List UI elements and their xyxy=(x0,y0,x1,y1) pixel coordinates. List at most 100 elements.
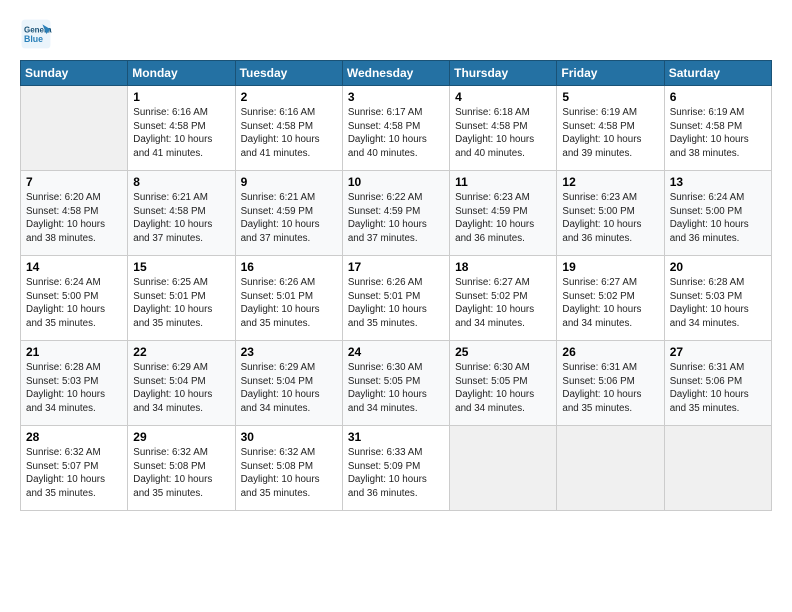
day-info: Sunrise: 6:24 AM Sunset: 5:00 PM Dayligh… xyxy=(670,191,766,246)
svg-text:Blue: Blue xyxy=(24,34,43,44)
calendar-cell xyxy=(450,426,557,511)
day-info: Sunrise: 6:16 AM Sunset: 4:58 PM Dayligh… xyxy=(241,106,337,161)
weekday-header-saturday: Saturday xyxy=(664,61,771,86)
logo-icon: General Blue xyxy=(20,18,52,50)
logo: General Blue xyxy=(20,18,56,50)
day-info: Sunrise: 6:19 AM Sunset: 4:58 PM Dayligh… xyxy=(670,106,766,161)
calendar-cell: 14Sunrise: 6:24 AM Sunset: 5:00 PM Dayli… xyxy=(21,256,128,341)
calendar-cell: 6 Sunrise: 6:19 AM Sunset: 4:58 PM Daylig… xyxy=(664,86,771,171)
calendar-table: SundayMondayTuesdayWednesdayThursdayFrid… xyxy=(20,60,772,511)
calendar-cell: 8 Sunrise: 6:21 AM Sunset: 4:58 PM Daylig… xyxy=(128,171,235,256)
calendar-cell xyxy=(557,426,664,511)
calendar-cell: 23 Sunrise: 6:29 AM Sunset: 5:04 PM Dayli… xyxy=(235,341,342,426)
day-info: Sunrise: 6:30 AM Sunset: 5:05 PM Dayligh… xyxy=(455,361,551,416)
calendar-cell: 1 Sunrise: 6:16 AM Sunset: 4:58 PM Daylig… xyxy=(128,86,235,171)
calendar-cell: 22 Sunrise: 6:29 AM Sunset: 5:04 PM Dayli… xyxy=(128,341,235,426)
day-info: Sunrise: 6:23 AM Sunset: 4:59 PM Dayligh… xyxy=(455,191,551,246)
day-info: Sunrise: 6:17 AM Sunset: 4:58 PM Dayligh… xyxy=(348,106,444,161)
day-info: Sunrise: 6:28 AM Sunset: 5:03 PM Dayligh… xyxy=(26,361,122,416)
day-number: 6 xyxy=(670,90,766,104)
day-number: 7 xyxy=(26,175,122,189)
day-info: Sunrise: 6:29 AM Sunset: 5:04 PM Dayligh… xyxy=(133,361,229,416)
day-number: 13 xyxy=(670,175,766,189)
day-info: Sunrise: 6:29 AM Sunset: 5:04 PM Dayligh… xyxy=(241,361,337,416)
day-info: Sunrise: 6:23 AM Sunset: 5:00 PM Dayligh… xyxy=(562,191,658,246)
calendar-cell: 30 Sunrise: 6:32 AM Sunset: 5:08 PM Dayli… xyxy=(235,426,342,511)
day-number: 31 xyxy=(348,430,444,444)
day-number: 3 xyxy=(348,90,444,104)
day-info: Sunrise: 6:33 AM Sunset: 5:09 PM Dayligh… xyxy=(348,446,444,501)
day-info: Sunrise: 6:27 AM Sunset: 5:02 PM Dayligh… xyxy=(562,276,658,331)
weekday-header-thursday: Thursday xyxy=(450,61,557,86)
day-number: 12 xyxy=(562,175,658,189)
day-number: 26 xyxy=(562,345,658,359)
calendar-cell: 7 Sunrise: 6:20 AM Sunset: 4:58 PM Daylig… xyxy=(21,171,128,256)
calendar-cell: 18 Sunrise: 6:27 AM Sunset: 5:02 PM Dayli… xyxy=(450,256,557,341)
day-number: 29 xyxy=(133,430,229,444)
day-number: 8 xyxy=(133,175,229,189)
day-number: 4 xyxy=(455,90,551,104)
weekday-header-wednesday: Wednesday xyxy=(342,61,449,86)
calendar-week-4: 21 Sunrise: 6:28 AM Sunset: 5:03 PM Dayli… xyxy=(21,341,772,426)
day-info: Sunrise: 6:19 AM Sunset: 4:58 PM Dayligh… xyxy=(562,106,658,161)
weekday-header-tuesday: Tuesday xyxy=(235,61,342,86)
calendar-week-3: 14Sunrise: 6:24 AM Sunset: 5:00 PM Dayli… xyxy=(21,256,772,341)
day-info: Sunrise: 6:20 AM Sunset: 4:58 PM Dayligh… xyxy=(26,191,122,246)
day-info: Sunrise: 6:32 AM Sunset: 5:08 PM Dayligh… xyxy=(241,446,337,501)
weekday-header-monday: Monday xyxy=(128,61,235,86)
day-number: 11 xyxy=(455,175,551,189)
calendar-week-1: 1 Sunrise: 6:16 AM Sunset: 4:58 PM Daylig… xyxy=(21,86,772,171)
day-info: Sunrise: 6:22 AM Sunset: 4:59 PM Dayligh… xyxy=(348,191,444,246)
day-number: 9 xyxy=(241,175,337,189)
calendar-cell xyxy=(664,426,771,511)
day-number: 16 xyxy=(241,260,337,274)
day-number: 10 xyxy=(348,175,444,189)
calendar-cell: 24 Sunrise: 6:30 AM Sunset: 5:05 PM Dayli… xyxy=(342,341,449,426)
day-info: Sunrise: 6:16 AM Sunset: 4:58 PM Dayligh… xyxy=(133,106,229,161)
calendar-cell: 12 Sunrise: 6:23 AM Sunset: 5:00 PM Dayli… xyxy=(557,171,664,256)
calendar-week-2: 7 Sunrise: 6:20 AM Sunset: 4:58 PM Daylig… xyxy=(21,171,772,256)
day-info: Sunrise: 6:32 AM Sunset: 5:08 PM Dayligh… xyxy=(133,446,229,501)
day-number: 30 xyxy=(241,430,337,444)
day-number: 24 xyxy=(348,345,444,359)
day-number: 15 xyxy=(133,260,229,274)
day-number: 28 xyxy=(26,430,122,444)
day-number: 22 xyxy=(133,345,229,359)
calendar-cell: 27Sunrise: 6:31 AM Sunset: 5:06 PM Dayli… xyxy=(664,341,771,426)
day-number: 1 xyxy=(133,90,229,104)
day-number: 25 xyxy=(455,345,551,359)
day-info: Sunrise: 6:26 AM Sunset: 5:01 PM Dayligh… xyxy=(348,276,444,331)
calendar-cell xyxy=(21,86,128,171)
day-number: 2 xyxy=(241,90,337,104)
day-number: 23 xyxy=(241,345,337,359)
calendar-cell: 20Sunrise: 6:28 AM Sunset: 5:03 PM Dayli… xyxy=(664,256,771,341)
calendar-cell: 19 Sunrise: 6:27 AM Sunset: 5:02 PM Dayli… xyxy=(557,256,664,341)
day-number: 19 xyxy=(562,260,658,274)
calendar-cell: 28 Sunrise: 6:32 AM Sunset: 5:07 PM Dayli… xyxy=(21,426,128,511)
calendar-cell: 13 Sunrise: 6:24 AM Sunset: 5:00 PM Dayli… xyxy=(664,171,771,256)
calendar-cell: 25 Sunrise: 6:30 AM Sunset: 5:05 PM Dayli… xyxy=(450,341,557,426)
calendar-cell: 3 Sunrise: 6:17 AM Sunset: 4:58 PM Daylig… xyxy=(342,86,449,171)
day-info: Sunrise: 6:21 AM Sunset: 4:58 PM Dayligh… xyxy=(133,191,229,246)
day-info: Sunrise: 6:26 AM Sunset: 5:01 PM Dayligh… xyxy=(241,276,337,331)
calendar-cell: 15 Sunrise: 6:25 AM Sunset: 5:01 PM Dayli… xyxy=(128,256,235,341)
calendar-cell: 17Sunrise: 6:26 AM Sunset: 5:01 PM Dayli… xyxy=(342,256,449,341)
day-number: 18 xyxy=(455,260,551,274)
day-number: 20 xyxy=(670,260,766,274)
calendar-cell: 16 Sunrise: 6:26 AM Sunset: 5:01 PM Dayli… xyxy=(235,256,342,341)
calendar-cell: 10 Sunrise: 6:22 AM Sunset: 4:59 PM Dayli… xyxy=(342,171,449,256)
calendar-cell: 21 Sunrise: 6:28 AM Sunset: 5:03 PM Dayli… xyxy=(21,341,128,426)
header: General Blue xyxy=(20,18,772,50)
day-info: Sunrise: 6:31 AM Sunset: 5:06 PM Dayligh… xyxy=(670,361,766,416)
day-info: Sunrise: 6:18 AM Sunset: 4:58 PM Dayligh… xyxy=(455,106,551,161)
day-info: Sunrise: 6:27 AM Sunset: 5:02 PM Dayligh… xyxy=(455,276,551,331)
day-info: Sunrise: 6:30 AM Sunset: 5:05 PM Dayligh… xyxy=(348,361,444,416)
day-number: 14 xyxy=(26,260,122,274)
day-info: Sunrise: 6:32 AM Sunset: 5:07 PM Dayligh… xyxy=(26,446,122,501)
day-number: 21 xyxy=(26,345,122,359)
calendar-cell: 5Sunrise: 6:19 AM Sunset: 4:58 PM Daylig… xyxy=(557,86,664,171)
day-info: Sunrise: 6:31 AM Sunset: 5:06 PM Dayligh… xyxy=(562,361,658,416)
day-info: Sunrise: 6:25 AM Sunset: 5:01 PM Dayligh… xyxy=(133,276,229,331)
day-info: Sunrise: 6:21 AM Sunset: 4:59 PM Dayligh… xyxy=(241,191,337,246)
calendar-cell: 9 Sunrise: 6:21 AM Sunset: 4:59 PM Daylig… xyxy=(235,171,342,256)
